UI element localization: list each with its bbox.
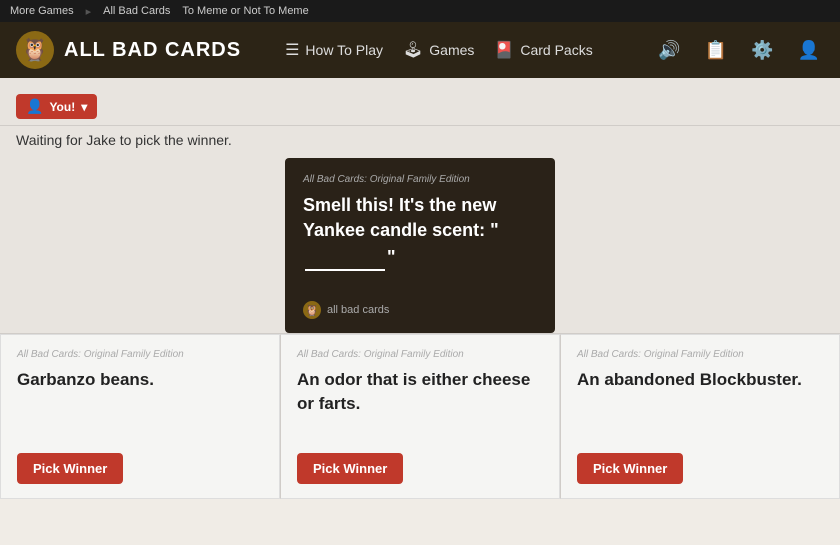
player-bar: 👤 You! ▾: [0, 86, 840, 126]
question-blank: [305, 243, 385, 270]
pick-winner-button-2[interactable]: Pick Winner: [297, 453, 403, 484]
player-badge-icon: 👤: [26, 98, 43, 115]
answer-cards-list: All Bad Cards: Original Family Edition G…: [0, 333, 840, 499]
how-to-play-icon: ☰: [285, 40, 299, 60]
nav-how-to-play[interactable]: ☰ How To Play: [285, 40, 383, 60]
brand: 🦉 ALL BAD CARDS: [16, 31, 241, 69]
answer-cards-section: All Bad Cards: Original Family Edition G…: [0, 333, 840, 499]
nav-how-to-play-label: How To Play: [305, 42, 383, 58]
nav-games-label: Games: [429, 42, 474, 58]
topbar-to-meme[interactable]: To Meme or Not To Meme: [182, 5, 308, 17]
nav-links: ☰ How To Play 🕹 Games 🎴 Card Packs: [285, 40, 593, 60]
sound-button[interactable]: 🔊: [654, 36, 684, 65]
answer-card-1-text: Garbanzo beans.: [17, 368, 263, 392]
player-badge-label: You!: [49, 100, 75, 114]
more-games-label[interactable]: More Games: [10, 5, 74, 17]
answer-card-3-text: An abandoned Blockbuster.: [577, 368, 823, 392]
navbar-left: 🦉 ALL BAD CARDS ☰ How To Play 🕹 Games 🎴 …: [16, 31, 593, 69]
navbar-right: 🔊 📋 ⚙️ 👤: [654, 36, 824, 65]
answer-card-3-edition: All Bad Cards: Original Family Edition: [577, 349, 823, 360]
question-card-footer: 🦉 all bad cards: [303, 301, 537, 319]
games-icon: 🕹: [403, 40, 423, 60]
answer-card-3: All Bad Cards: Original Family Edition A…: [560, 334, 840, 499]
answer-card-1: All Bad Cards: Original Family Edition G…: [0, 334, 280, 499]
player-badge: 👤 You! ▾: [16, 94, 97, 119]
nav-games[interactable]: 🕹 Games: [403, 40, 474, 60]
player-area: 👤 You! ▾ Waiting for Jake to pick the wi…: [0, 78, 840, 158]
question-card-footer-text: all bad cards: [327, 304, 389, 316]
pick-winner-button-3[interactable]: Pick Winner: [577, 453, 683, 484]
waiting-text: Waiting for Jake to pick the winner.: [0, 126, 840, 158]
answer-card-1-edition: All Bad Cards: Original Family Edition: [17, 349, 263, 360]
question-card-text: Smell this! It's the new Yankee candle s…: [303, 193, 537, 271]
topbar-all-bad-cards[interactable]: All Bad Cards: [103, 5, 170, 17]
question-card: All Bad Cards: Original Family Edition S…: [285, 158, 555, 333]
topbar-separator: ▸: [86, 5, 92, 18]
main-content: 👤 You! ▾ Waiting for Jake to pick the wi…: [0, 78, 840, 545]
card-packs-icon: 🎴: [494, 40, 514, 60]
question-text-after: ": [387, 247, 396, 267]
answer-card-2-text: An odor that is either cheese or farts.: [297, 368, 543, 416]
nav-card-packs-label: Card Packs: [520, 42, 592, 58]
question-card-owl-icon: 🦉: [303, 301, 321, 319]
question-card-section: All Bad Cards: Original Family Edition S…: [0, 158, 840, 333]
nav-card-packs[interactable]: 🎴 Card Packs: [494, 40, 592, 60]
pick-winner-button-1[interactable]: Pick Winner: [17, 453, 123, 484]
list-button[interactable]: 📋: [701, 36, 731, 65]
brand-title[interactable]: ALL BAD CARDS: [64, 39, 241, 62]
owl-logo-icon: 🦉: [16, 31, 54, 69]
answer-card-2-edition: All Bad Cards: Original Family Edition: [297, 349, 543, 360]
player-badge-arrow: ▾: [81, 100, 87, 114]
top-menu-bar: More Games ▸ All Bad Cards To Meme or No…: [0, 0, 840, 22]
user-button[interactable]: 👤: [794, 36, 824, 65]
navbar: 🦉 ALL BAD CARDS ☰ How To Play 🕹 Games 🎴 …: [0, 22, 840, 78]
question-text-before: Smell this! It's the new Yankee candle s…: [303, 195, 499, 240]
settings-button[interactable]: ⚙️: [747, 36, 777, 65]
answer-card-2: All Bad Cards: Original Family Edition A…: [280, 334, 560, 499]
question-card-edition: All Bad Cards: Original Family Edition: [303, 174, 537, 185]
